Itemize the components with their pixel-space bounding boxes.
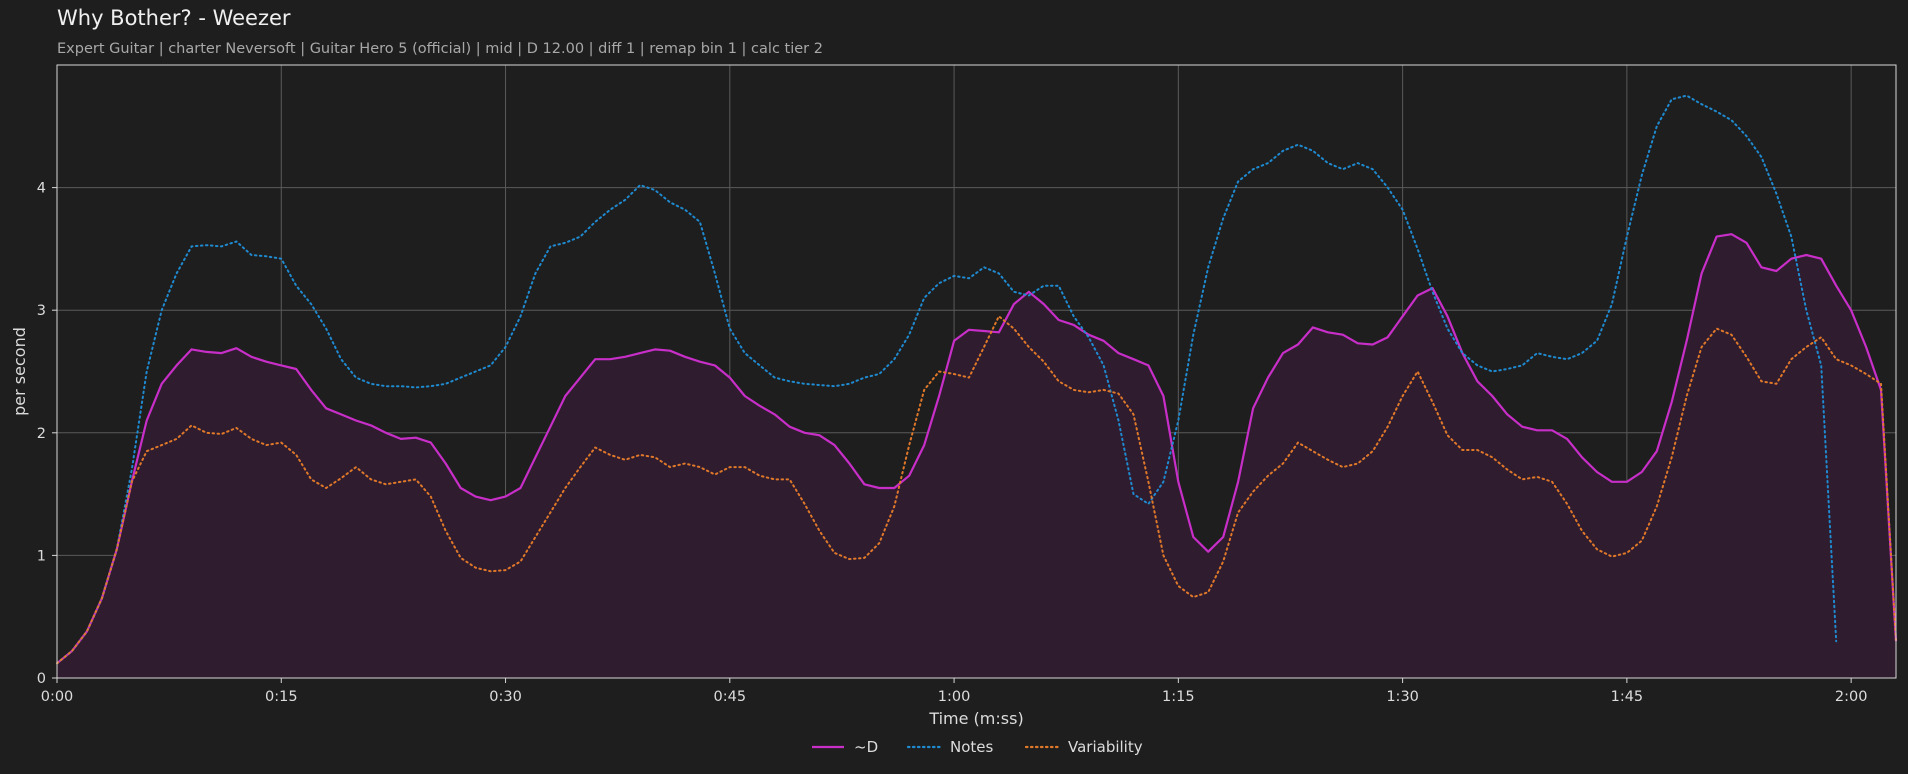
y-tick-label: 1	[37, 548, 46, 564]
y-tick-label: 4	[37, 181, 46, 197]
x-tick-label: 1:15	[1162, 689, 1195, 705]
x-tick-label: 2:00	[1835, 689, 1868, 705]
chart-canvas: 0:00 0:15 0:30 0:45 1:00 1:15 1:30 1:45 2:00 0 1 2 3…	[10, 64, 1898, 756]
x-tick-label: 0:00	[41, 689, 74, 705]
y-tick-label: 0	[37, 671, 46, 687]
y-tick-label: 2	[37, 426, 46, 442]
x-tick-label: 1:30	[1386, 689, 1419, 705]
legend-label-d: ~D	[854, 738, 878, 756]
fill-layer	[57, 234, 1896, 678]
x-tick-label: 1:00	[938, 689, 971, 705]
x-tick-label: 1:45	[1611, 689, 1644, 705]
legend-label-notes: Notes	[950, 738, 994, 756]
x-axis-label: Time (m:ss)	[928, 709, 1023, 728]
legend: ~D Notes Variability	[812, 738, 1143, 756]
series-fill-d	[57, 234, 1896, 678]
x-tick-label: 0:15	[265, 689, 298, 705]
legend-label-variability: Variability	[1068, 738, 1143, 756]
y-axis-label: per second	[10, 327, 29, 416]
x-tick-label: 0:45	[714, 689, 747, 705]
x-tick-label: 0:30	[489, 689, 522, 705]
y-tick-label: 3	[37, 303, 46, 319]
